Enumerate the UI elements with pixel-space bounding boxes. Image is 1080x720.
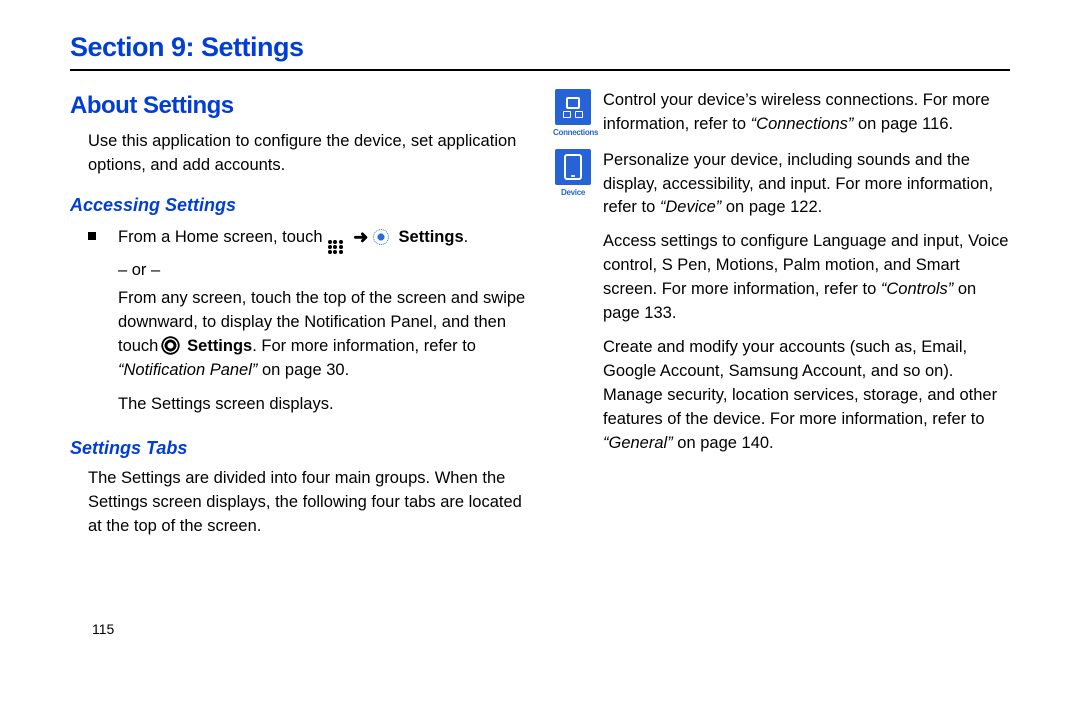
title-rule — [70, 69, 1010, 71]
accessing-line1: From a Home screen, touch ➜ Settings. — [118, 224, 527, 256]
settings-gear-black-icon — [163, 338, 178, 353]
device-icon-label: Device — [553, 187, 593, 199]
device-row: Device Personalize your device, includin… — [553, 149, 1010, 221]
connections-tab-icon: Connections — [553, 89, 593, 139]
device-text: Personalize your device, including sound… — [603, 149, 1010, 221]
text: on page 30. — [257, 361, 349, 379]
text: on page 116. — [853, 115, 953, 133]
controls-ref: “Controls” — [881, 280, 953, 298]
accessing-line3: The Settings screen displays. — [118, 393, 527, 417]
bullet-icon — [88, 232, 96, 240]
text: . For more information, refer to — [252, 337, 476, 355]
arrow-icon: ➜ — [348, 227, 373, 247]
device-ref: “Device” — [660, 198, 721, 216]
text: Create and modify your accounts (such as… — [603, 338, 997, 428]
connections-text: Control your device’s wireless connectio… — [603, 89, 1010, 139]
accessing-line2: From any screen, touch the top of the sc… — [118, 287, 527, 383]
settings-label-2: Settings — [183, 337, 253, 355]
text: From a Home screen, touch — [118, 228, 327, 246]
or-separator: – or – — [118, 259, 527, 283]
page-number: 115 — [70, 619, 527, 639]
apps-icon — [327, 239, 344, 256]
accessing-bullet: From a Home screen, touch ➜ Settings. – … — [70, 224, 527, 421]
section-title: Section 9: Settings — [70, 32, 1010, 63]
tabs-heading: Settings Tabs — [70, 435, 527, 461]
connections-row: Connections Control your device’s wirele… — [553, 89, 1010, 139]
about-heading: About Settings — [70, 89, 527, 124]
general-text: Create and modify your accounts (such as… — [553, 336, 1010, 456]
text: . — [464, 228, 469, 246]
general-row: . Create and modify your accounts (such … — [553, 336, 1010, 456]
notification-panel-ref: “Notification Panel” — [118, 361, 257, 379]
device-icon — [564, 154, 582, 180]
controls-text: Access settings to configure Language an… — [553, 230, 1010, 326]
connections-icon-label: Connections — [553, 127, 593, 139]
text: on page 140. — [673, 434, 774, 452]
general-ref: “General” — [603, 434, 673, 452]
connections-ref: “Connections” — [751, 115, 854, 133]
settings-gear-blue-icon — [373, 229, 389, 245]
settings-label: Settings — [394, 228, 464, 246]
tabs-intro: The Settings are divided into four main … — [70, 467, 527, 539]
accessing-heading: Accessing Settings — [70, 192, 527, 218]
right-column: Connections Control your device’s wirele… — [553, 89, 1010, 639]
about-intro: Use this application to configure the de… — [70, 130, 527, 178]
connections-icon — [562, 97, 584, 117]
device-tab-icon: Device — [553, 149, 593, 221]
left-column: About Settings Use this application to c… — [70, 89, 527, 639]
controls-row: . Access settings to configure Language … — [553, 230, 1010, 326]
text: on page 122. — [721, 198, 822, 216]
